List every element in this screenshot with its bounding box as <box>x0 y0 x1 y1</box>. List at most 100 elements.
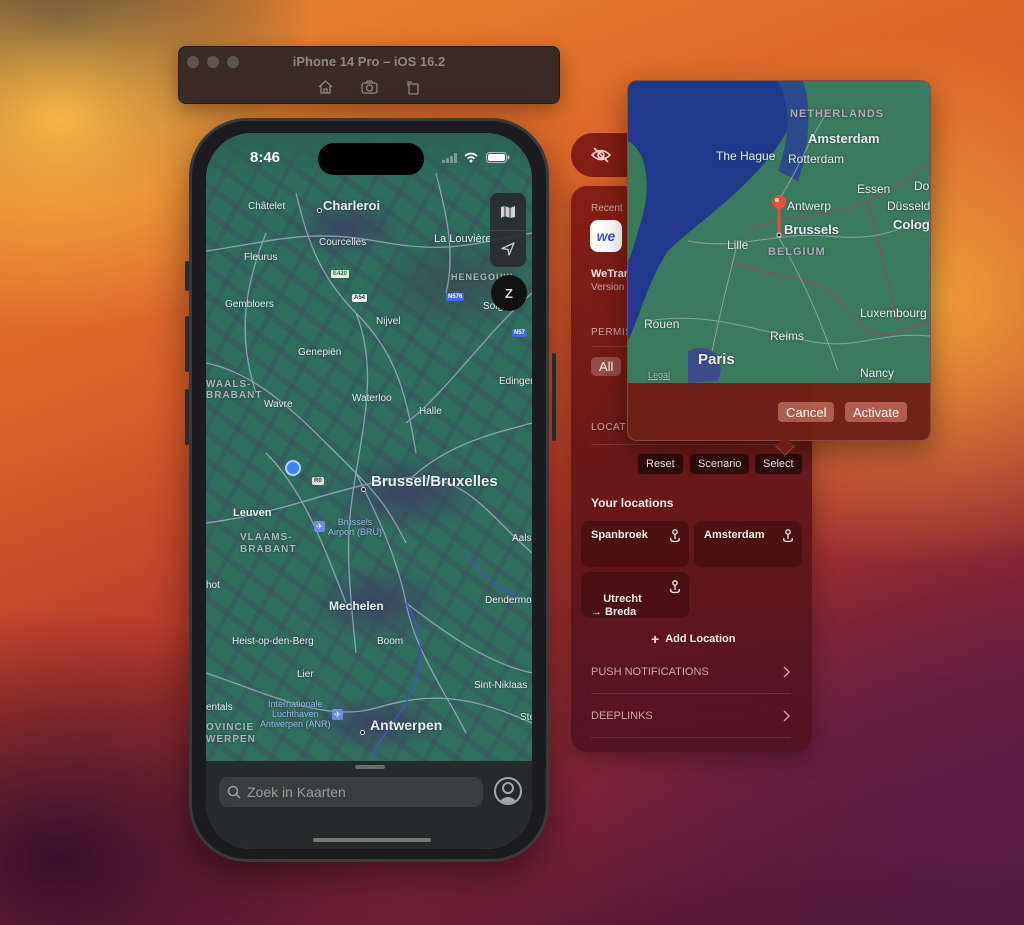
legal-link[interactable]: Legal <box>648 370 670 380</box>
push-notifications-row[interactable]: PUSH NOTIFICATIONS <box>591 650 791 694</box>
location-card-amsterdam[interactable]: Amsterdam <box>694 521 802 567</box>
plus-icon: + <box>651 631 660 647</box>
location-name: Spanbroek <box>591 529 648 541</box>
map-label: Paris <box>698 351 735 368</box>
map-label: Düsseldo <box>887 199 930 213</box>
eye-slash-icon <box>591 147 611 163</box>
road-shield: R0 <box>312 477 324 485</box>
map-label: Leuven <box>233 507 272 519</box>
home-indicator <box>313 838 431 842</box>
map-label: VLAAMS- BRABANT <box>240 532 297 555</box>
location-card-spanbroek[interactable]: Spanbroek <box>581 521 689 567</box>
airport-icon: ✈ <box>314 521 325 532</box>
map-label: entals <box>206 702 233 713</box>
search-sheet: Zoek in Kaarten <box>206 761 532 849</box>
map-pin-icon[interactable] <box>771 194 787 238</box>
chevron-right-icon <box>783 666 790 677</box>
map-label: Cologn <box>893 217 930 232</box>
map-label: Châtelet <box>248 201 286 212</box>
power-button <box>552 353 556 441</box>
cancel-button[interactable]: Cancel <box>778 402 835 422</box>
maps-view[interactable]: Châtelet Charleroi Courcelles La Louvièr… <box>206 133 532 849</box>
simulator-toolbar <box>179 79 559 95</box>
your-locations-title: Your locations <box>591 496 674 510</box>
mute-switch <box>185 261 189 291</box>
road-shield: N57 <box>512 329 528 337</box>
location-name: Utrecht → Breda <box>591 593 642 618</box>
permissions-filter-all[interactable]: All <box>591 357 622 376</box>
simulator-window: iPhone 14 Pro – iOS 16.2 <box>178 46 560 104</box>
map-label: Charleroi <box>323 198 381 213</box>
compass-heading: Z <box>505 285 513 301</box>
map-label: Dendermond <box>485 595 532 606</box>
pin-icon[interactable] <box>669 580 681 594</box>
compass-button[interactable]: Z <box>491 275 527 311</box>
map-label: La Louvière <box>434 233 492 245</box>
map-label: Courcelles <box>319 237 367 248</box>
map-label: Reims <box>770 329 805 343</box>
phone-screen: Châtelet Charleroi Courcelles La Louvièr… <box>206 133 532 849</box>
current-location-button[interactable] <box>490 230 526 267</box>
location-name: Amsterdam <box>704 529 765 541</box>
search-input[interactable]: Zoek in Kaarten <box>219 777 483 807</box>
map-label: Aalst <box>512 533 532 544</box>
location-select-popover: NETHERLANDS Amsterdam The Hague Rotterda… <box>627 80 931 456</box>
location-card-utrecht-breda[interactable]: Utrecht → Breda <box>581 572 689 618</box>
map-label: Rotterdam <box>788 152 845 166</box>
map-label: Antwerpen <box>370 717 443 733</box>
map-label: Rouen <box>644 317 680 331</box>
pin-icon[interactable] <box>669 529 681 543</box>
home-icon[interactable] <box>316 79 334 95</box>
app-version: Version <box>591 282 625 293</box>
dynamic-island <box>318 143 424 175</box>
map-label: Lille <box>727 238 749 252</box>
scenario-button[interactable]: Scenario <box>690 454 750 474</box>
map-mode-button[interactable] <box>490 193 526 230</box>
map-label: Halle <box>419 406 442 417</box>
map-label: Antwerp <box>787 199 832 213</box>
road-shield: N576 <box>446 293 465 301</box>
recent-label: Recent <box>591 203 623 214</box>
map-label: Amsterdam <box>808 131 880 146</box>
map-label: Fleurus <box>244 252 278 263</box>
deeplinks-row[interactable]: DEEPLINKS <box>591 694 791 738</box>
sheet-grabber[interactable] <box>355 765 385 769</box>
map-label: The Hague <box>716 149 776 163</box>
wetransfer-logo: we <box>596 228 616 244</box>
map-label: Sint-Niklaas <box>474 680 528 691</box>
chevron-right-icon <box>783 710 790 721</box>
status-bar: 8:46 <box>206 133 532 181</box>
status-time: 8:46 <box>250 149 281 166</box>
map-label: Brussels <box>784 222 839 237</box>
airport-icon: ✈ <box>332 709 343 720</box>
map-label: WAALS- BRABANT <box>206 379 263 401</box>
map-label: BELGIUM <box>768 246 826 258</box>
wifi-icon <box>464 152 478 163</box>
map-label: Gembloers <box>225 299 274 310</box>
screenshot-icon[interactable] <box>360 79 378 95</box>
map-controls <box>490 193 526 267</box>
location-picker-map[interactable]: NETHERLANDS Amsterdam The Hague Rotterda… <box>628 81 930 383</box>
person-icon <box>498 782 518 803</box>
map-label: Ste <box>520 712 532 723</box>
activate-button[interactable]: Activate <box>845 402 908 422</box>
app-icon[interactable]: we <box>590 220 622 252</box>
map-label: Brussel/Bruxelles <box>371 473 498 490</box>
add-location-label: Add Location <box>665 633 736 645</box>
battery-icon <box>486 152 510 163</box>
map-label: hot <box>206 580 220 591</box>
reset-button[interactable]: Reset <box>638 454 683 474</box>
profile-avatar[interactable] <box>494 777 522 805</box>
map-label: Boom <box>377 636 404 647</box>
rotate-icon[interactable] <box>404 79 422 95</box>
simulator-title: iPhone 14 Pro – iOS 16.2 <box>292 54 446 69</box>
divider <box>591 444 791 445</box>
map-label: Essen <box>857 182 891 196</box>
map-label: Brussels Airport (BRU) <box>328 517 383 537</box>
cellular-signal-icon <box>442 153 457 163</box>
select-button[interactable]: Select <box>755 454 802 474</box>
pin-icon[interactable] <box>782 529 794 543</box>
map-label: Nancy <box>860 366 895 380</box>
city-dot <box>360 730 365 735</box>
add-location-button[interactable]: + Add Location <box>651 631 735 647</box>
